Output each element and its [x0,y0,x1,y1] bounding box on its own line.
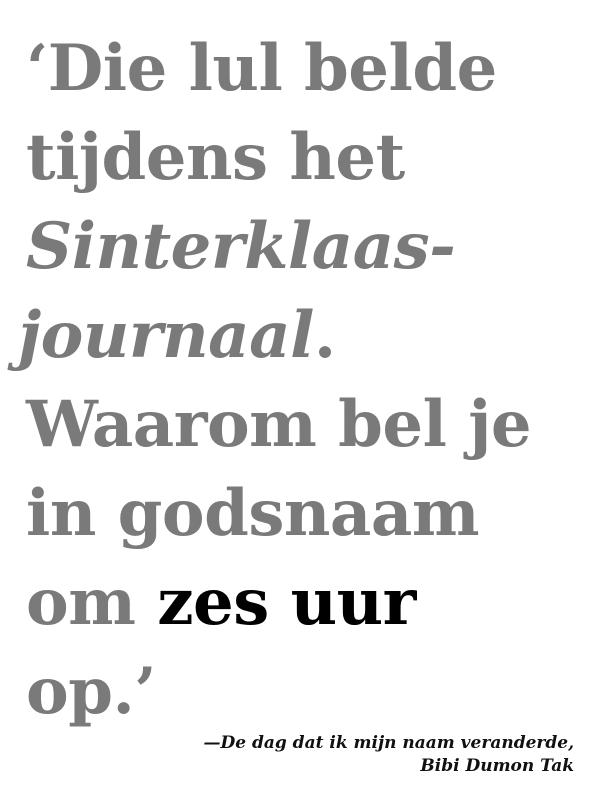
attribution-author: Bibi Dumon Tak [420,756,574,776]
quote-line-6: in godsnaam [26,476,480,551]
quote-line-8: op.’ [26,654,157,729]
quote-line-7: om zes uur [26,558,596,647]
quote-line-4-italic: journaal [18,298,314,373]
quote-line-7-start: om [26,565,158,640]
quote-line-4: journaal. [18,291,596,380]
quote-line-1: ‘Die lul belde [26,31,497,106]
quote-emphasis: zes uur [157,565,416,640]
quote-line-3: Sinterklaas- [26,209,456,284]
quote-line-5: Waarom bel je [26,387,532,462]
pull-quote: ‘Die lul belde tijdens het Sinterklaas- … [18,24,596,736]
quote-page: ‘Die lul belde tijdens het Sinterklaas- … [0,0,600,800]
quote-line-2: tijdens het [26,120,405,195]
attribution-source: —De dag dat ik mijn naam veranderde, [203,733,575,753]
attribution: —De dag dat ik mijn naam veranderde, Bib… [204,732,575,778]
quote-line-4-period: . [313,298,336,373]
